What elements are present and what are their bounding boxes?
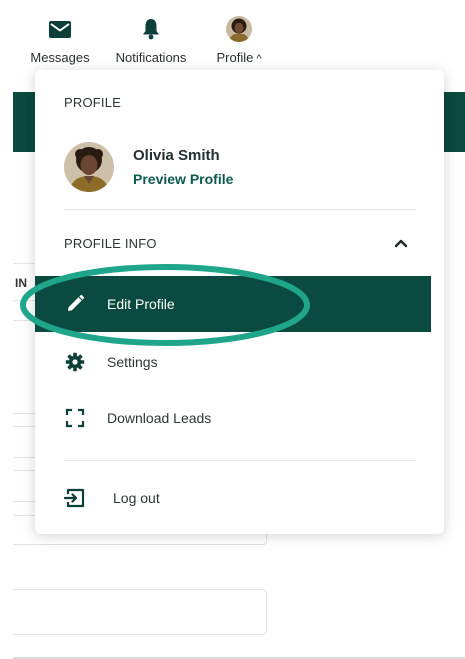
envelope-icon — [49, 16, 71, 42]
nav-profile[interactable]: Profile ^ — [206, 16, 272, 65]
preview-profile-link[interactable]: Preview Profile — [133, 171, 233, 187]
top-navigation: Messages Notifications Profile ^ — [0, 0, 465, 72]
profile-heading: PROFILE — [64, 95, 122, 110]
menu-item-label: Log out — [113, 490, 160, 506]
logout-icon — [64, 487, 86, 509]
background-field — [13, 589, 267, 635]
chevron-up-icon: ^ — [256, 53, 262, 65]
avatar — [64, 142, 114, 192]
nav-profile-label: Profile — [216, 50, 254, 65]
bell-icon — [142, 16, 160, 42]
menu-item-label: Download Leads — [107, 410, 212, 426]
nav-messages-label: Messages — [30, 50, 90, 65]
nav-notifications[interactable]: Notifications — [108, 16, 194, 65]
menu-item-label: Settings — [107, 354, 158, 370]
nav-notifications-label: Notifications — [115, 50, 187, 65]
divider — [64, 209, 416, 210]
highlight-ring — [20, 264, 310, 346]
avatar — [226, 16, 252, 42]
chevron-up-icon[interactable] — [390, 232, 412, 254]
divider — [64, 460, 416, 461]
user-name: Olivia Smith — [133, 147, 220, 164]
scan-frame-icon — [64, 407, 86, 429]
gear-icon — [64, 351, 86, 373]
menu-item-log-out[interactable]: Log out — [35, 470, 431, 526]
user-card: Olivia Smith Preview Profile — [64, 142, 233, 192]
nav-messages[interactable]: Messages — [27, 16, 93, 65]
menu-item-download-leads[interactable]: Download Leads — [35, 390, 431, 446]
profile-info-heading: PROFILE INFO — [64, 236, 157, 251]
